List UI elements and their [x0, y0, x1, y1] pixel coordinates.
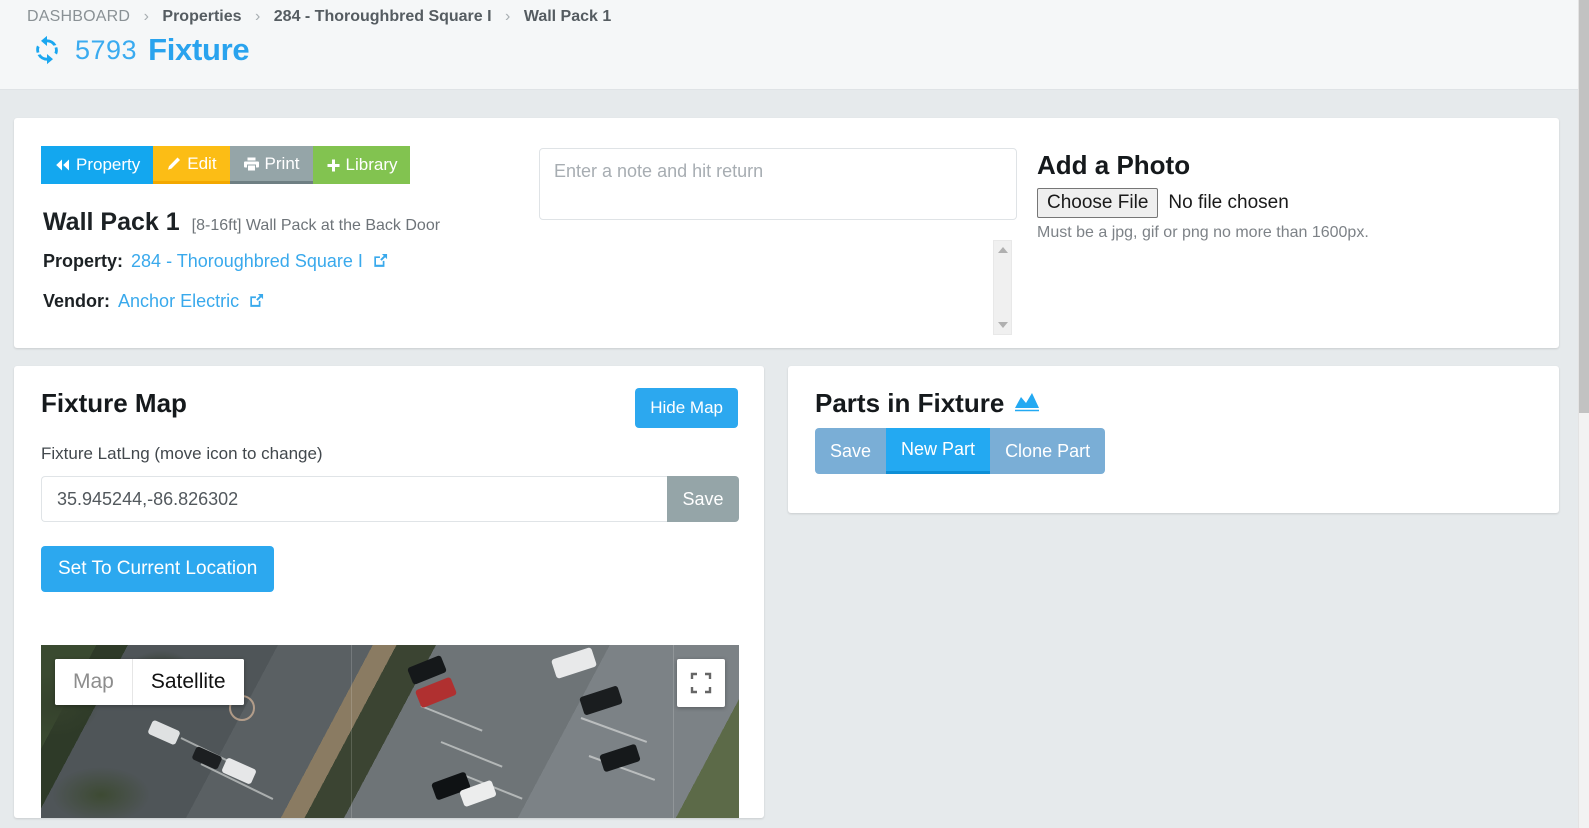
edit-button[interactable]: Edit: [153, 146, 230, 184]
file-chosen-status: No file chosen: [1168, 192, 1289, 213]
file-upload-row: Choose File No file chosen: [1037, 188, 1289, 218]
note-input[interactable]: [539, 148, 1017, 220]
record-type-title: Fixture: [148, 32, 250, 67]
parts-in-fixture-title: Parts in Fixture: [815, 388, 1005, 418]
library-button[interactable]: Library: [312, 146, 411, 184]
latlng-input[interactable]: [41, 476, 667, 522]
fixture-name-row: Wall Pack 1 [8-16ft] Wall Pack at the Ba…: [43, 208, 440, 237]
breadcrumb-separator: ›: [143, 8, 149, 25]
record-id: 5793: [75, 34, 138, 65]
set-to-current-location-button[interactable]: Set To Current Location: [41, 546, 275, 592]
hide-map-button[interactable]: Hide Map: [635, 388, 738, 428]
property-button-label: Property: [76, 155, 141, 174]
map-type-satellite-button[interactable]: Satellite: [132, 659, 244, 705]
fixture-map-card: Fixture Map Hide Map Fixture LatLng (mov…: [14, 366, 764, 818]
page-scrollbar-thumb[interactable]: [1579, 0, 1589, 413]
breadcrumb-item-fixture[interactable]: Wall Pack 1: [524, 8, 611, 25]
plus-icon: [326, 158, 341, 173]
fixture-property-link[interactable]: 284 - Thoroughbred Square I: [131, 251, 363, 271]
parts-action-buttons: Save New Part Clone Part: [815, 428, 1106, 474]
latlng-save-button[interactable]: Save: [667, 476, 739, 522]
choose-file-button[interactable]: Choose File: [1037, 188, 1159, 218]
map-canvas[interactable]: Map Satellite: [41, 645, 739, 818]
fixture-property-label: Property:: [43, 251, 124, 271]
photo-upload-hint: Must be a jpg, gif or png no more than 1…: [1037, 224, 1369, 241]
new-part-button[interactable]: New Part: [886, 428, 991, 474]
notes-list-scrollbar[interactable]: [993, 240, 1012, 335]
fixture-info-card: Property Edit Print Library Wall Pack 1 …: [14, 118, 1559, 348]
external-link-icon[interactable]: [249, 292, 264, 312]
breadcrumb: DASHBOARD › Properties › 284 - Thoroughb…: [27, 8, 611, 26]
fixture-map-title: Fixture Map: [41, 388, 187, 418]
print-button[interactable]: Print: [229, 146, 313, 184]
page-root: DASHBOARD › Properties › 284 - Thoroughb…: [0, 0, 1589, 828]
library-button-label: Library: [345, 155, 398, 174]
map-tile-seam: [351, 645, 352, 818]
property-button[interactable]: Property: [41, 146, 154, 184]
map-type-map-button[interactable]: Map: [55, 659, 133, 705]
parts-title-row: Parts in Fixture: [815, 388, 1040, 419]
clone-part-button[interactable]: Clone Part: [990, 428, 1106, 474]
pencil-icon: [166, 156, 182, 172]
map-tile-seam: [673, 645, 674, 818]
print-button-label: Print: [264, 153, 300, 173]
breadcrumb-item-property[interactable]: 284 - Thoroughbred Square I: [274, 8, 492, 25]
fixture-vendor-row: Vendor: Anchor Electric: [43, 291, 264, 313]
add-photo-title: Add a Photo: [1037, 150, 1191, 180]
latlng-label: Fixture LatLng (move icon to change): [41, 444, 323, 463]
page-title: 5793 Fixture: [30, 32, 250, 68]
external-link-icon[interactable]: [373, 252, 388, 272]
breadcrumb-item-dashboard[interactable]: DASHBOARD: [27, 8, 130, 25]
printer-icon: [243, 156, 260, 172]
sync-refresh-icon[interactable]: [30, 34, 64, 66]
fullscreen-icon[interactable]: [677, 659, 725, 707]
parts-in-fixture-card: Parts in Fixture Save New Part Clone Par…: [788, 366, 1559, 513]
latlng-input-group: Save: [41, 476, 739, 522]
double-chevron-left-icon: [54, 158, 71, 172]
fixture-description: [8-16ft] Wall Pack at the Back Door: [191, 217, 441, 234]
area-chart-icon[interactable]: [1014, 390, 1040, 417]
scroll-down-arrow-icon[interactable]: [997, 322, 1008, 328]
breadcrumb-separator: ›: [254, 8, 261, 25]
page-scrollbar[interactable]: [1578, 0, 1589, 828]
breadcrumb-separator: ›: [505, 8, 511, 25]
fixture-vendor-label: Vendor:: [43, 291, 111, 311]
scroll-up-arrow-icon[interactable]: [997, 247, 1008, 253]
page-header: DASHBOARD › Properties › 284 - Thoroughb…: [0, 0, 1578, 90]
edit-button-label: Edit: [187, 153, 217, 173]
fixture-property-row: Property: 284 - Thoroughbred Square I: [43, 251, 388, 273]
fixture-action-toolbar: Property Edit Print Library: [41, 146, 411, 184]
fixture-vendor-link[interactable]: Anchor Electric: [118, 291, 239, 311]
fixture-name: Wall Pack 1: [43, 208, 180, 236]
breadcrumb-item-properties[interactable]: Properties: [162, 8, 241, 25]
parts-save-button[interactable]: Save: [815, 428, 887, 474]
map-type-control: Map Satellite: [55, 659, 244, 705]
